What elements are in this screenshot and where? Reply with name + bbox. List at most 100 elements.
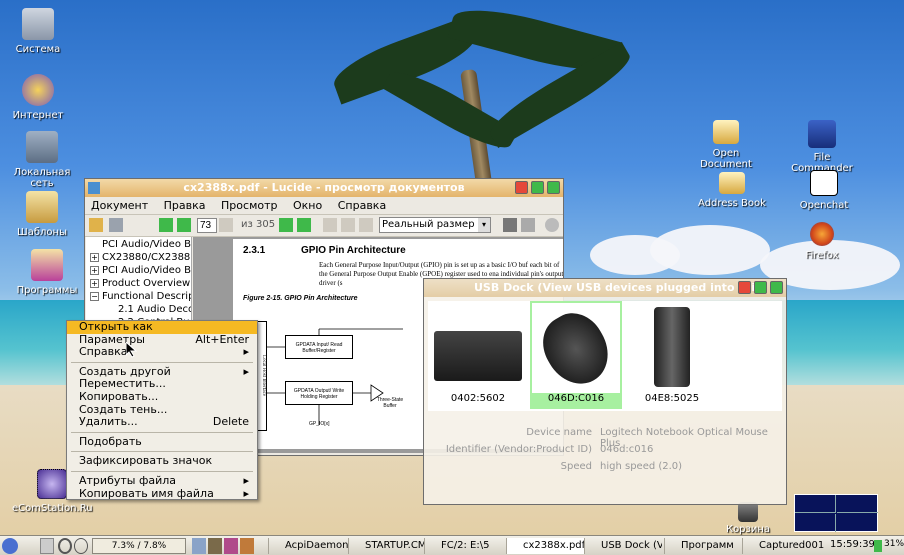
context-menu-item[interactable]: Зафиксировать значок: [67, 455, 257, 468]
search-icon[interactable]: [545, 218, 559, 232]
menu-edit[interactable]: Правка: [158, 199, 212, 212]
next-page-icon[interactable]: [279, 218, 293, 232]
single-page-icon[interactable]: [323, 218, 337, 232]
task-button[interactable]: STARTUP.CMD: [348, 538, 424, 554]
menu-item-label: Подобрать: [79, 434, 142, 448]
page-number-input[interactable]: [197, 218, 217, 233]
toc-item[interactable]: 2.1 Audio Decoder: [118, 304, 191, 315]
close-button[interactable]: [515, 181, 528, 194]
prev-page-icon[interactable]: [177, 218, 191, 232]
search-icon[interactable]: [58, 538, 72, 554]
desktop-icon-openchat[interactable]: Openchat: [784, 170, 864, 211]
desktop-pager[interactable]: [794, 494, 878, 532]
find-icon[interactable]: [503, 218, 517, 232]
desktop-icon-address-book[interactable]: Address Book: [692, 172, 772, 209]
desktop-icon-firefox[interactable]: Firefox: [782, 222, 862, 261]
expand-icon[interactable]: +: [90, 253, 99, 262]
device-item[interactable]: 0402:5602: [432, 301, 524, 409]
maximize-button[interactable]: [547, 181, 560, 194]
minimize-button[interactable]: [754, 281, 767, 294]
toc-item[interactable]: Functional Description: [102, 291, 191, 302]
menu-view[interactable]: Просмотр: [215, 199, 283, 212]
fit-width-icon[interactable]: [341, 218, 355, 232]
device-item[interactable]: 04E8:5025: [626, 301, 718, 409]
page-up-icon[interactable]: [219, 218, 233, 232]
menu-item-label: Удалить...: [79, 415, 138, 429]
usb-dock-titlebar[interactable]: USB Dock (View USB devices plugged into …: [424, 279, 786, 312]
document-icon: [713, 120, 739, 144]
usb-dock-window[interactable]: USB Dock (View USB devices plugged into …: [423, 278, 787, 505]
menu-item-label: Создать тень...: [79, 402, 168, 416]
device-id: 0402:5602: [450, 393, 506, 404]
lucide-titlebar[interactable]: cx2388x.pdf - Lucide - просмотр документ…: [85, 179, 563, 197]
fit-page-icon[interactable]: [359, 218, 373, 232]
firefox-icon: [810, 222, 834, 246]
menu-document[interactable]: Документ: [85, 199, 154, 212]
task-label: USB Dock (Vie: [601, 540, 662, 551]
desktop-icon-templates[interactable]: Шаблоны: [2, 191, 82, 238]
clock-icon[interactable]: [74, 538, 88, 554]
task-button[interactable]: AcpiDaemon.ex: [268, 538, 348, 554]
expand-icon[interactable]: +: [90, 279, 99, 288]
desktop-icon-programs[interactable]: Программы: [7, 249, 87, 296]
menu-bar: Документ Правка Просмотр Окно Справка: [85, 197, 563, 215]
desktop-icon-internet[interactable]: Интернет: [0, 74, 78, 121]
task-button[interactable]: USB Dock (Vie: [584, 538, 662, 554]
toc-item[interactable]: CX23880/CX23881/C: [102, 252, 191, 263]
quicklaunch-icon[interactable]: [192, 538, 206, 554]
quicklaunch-icon[interactable]: [224, 538, 238, 554]
network-icon: [26, 131, 58, 163]
minimize-button[interactable]: [531, 181, 544, 194]
device-item-selected[interactable]: 046D:C016: [530, 301, 622, 409]
desktop-icon-trash[interactable]: Корзина: [708, 502, 788, 535]
task-button[interactable]: Captured001: [742, 538, 824, 554]
tray-icon[interactable]: [40, 538, 54, 554]
desktop-icon-file-commander[interactable]: File Commander: [782, 120, 862, 174]
menu-item-label: Зафиксировать значок: [79, 454, 213, 468]
last-page-icon[interactable]: [297, 218, 311, 232]
page-total: из 305: [241, 219, 276, 230]
device-list: 0402:5602 046D:C016 04E8:5025: [428, 301, 782, 411]
first-page-icon[interactable]: [159, 218, 173, 232]
toc-item[interactable]: PCI Audio/Video Broa: [102, 239, 191, 250]
folder-icon: [26, 191, 58, 223]
context-menu-item[interactable]: Справка ▸: [67, 345, 257, 359]
ecs-logo-icon[interactable]: [2, 538, 18, 554]
desktop-icon-system[interactable]: Система: [0, 8, 78, 55]
toc-item[interactable]: PCI Audio/Video Broa: [102, 265, 191, 276]
find-next-icon[interactable]: [521, 218, 535, 232]
expand-icon[interactable]: +: [90, 266, 99, 275]
task-button[interactable]: cx2388x.pdf - Lu: [506, 538, 584, 554]
pager-cell[interactable]: [795, 495, 836, 513]
print-icon[interactable]: [109, 218, 123, 232]
quicklaunch-icon[interactable]: [208, 538, 222, 554]
pager-cell[interactable]: [795, 514, 836, 532]
maximize-button[interactable]: [770, 281, 783, 294]
context-menu-item[interactable]: Подобрать: [67, 434, 257, 449]
menu-help[interactable]: Справка: [332, 199, 392, 212]
quicklaunch-icon[interactable]: [240, 538, 254, 554]
menu-separator: [71, 431, 253, 433]
pager-cell[interactable]: [837, 495, 878, 513]
task-button[interactable]: FC/2: E:\5: [424, 538, 504, 554]
desktop-icon-network[interactable]: Локальная сеть: [2, 131, 82, 189]
menu-separator: [71, 361, 253, 363]
desktop-icon-label: Локальная сеть: [13, 167, 71, 189]
task-button[interactable]: Программы: [664, 538, 734, 554]
chevron-down-icon: ▾: [478, 218, 490, 232]
context-menu-item[interactable]: Копировать имя файла ▸: [67, 487, 257, 501]
desktop-icon-open-document[interactable]: Open Document: [686, 120, 766, 170]
detail-value: high speed (2.0): [600, 461, 683, 472]
desktop-icon-label: Интернет: [12, 110, 64, 121]
clock[interactable]: 15:59:39: [830, 539, 875, 550]
close-button[interactable]: [738, 281, 751, 294]
collapse-icon[interactable]: −: [90, 292, 99, 301]
menu-window[interactable]: Окно: [287, 199, 328, 212]
context-menu-item[interactable]: Удалить... Delete: [67, 415, 257, 429]
open-folder-icon[interactable]: [89, 218, 103, 232]
zoom-select[interactable]: Реальный размер ▾: [379, 217, 491, 233]
desktop-icon-label: Firefox: [805, 250, 839, 261]
detail-row: Identifier (Vendor:Product ID) 046d:c016: [428, 444, 782, 461]
desktop-icon-label: Open Document: [700, 148, 752, 170]
toc-item[interactable]: Product Overview: [102, 278, 190, 289]
